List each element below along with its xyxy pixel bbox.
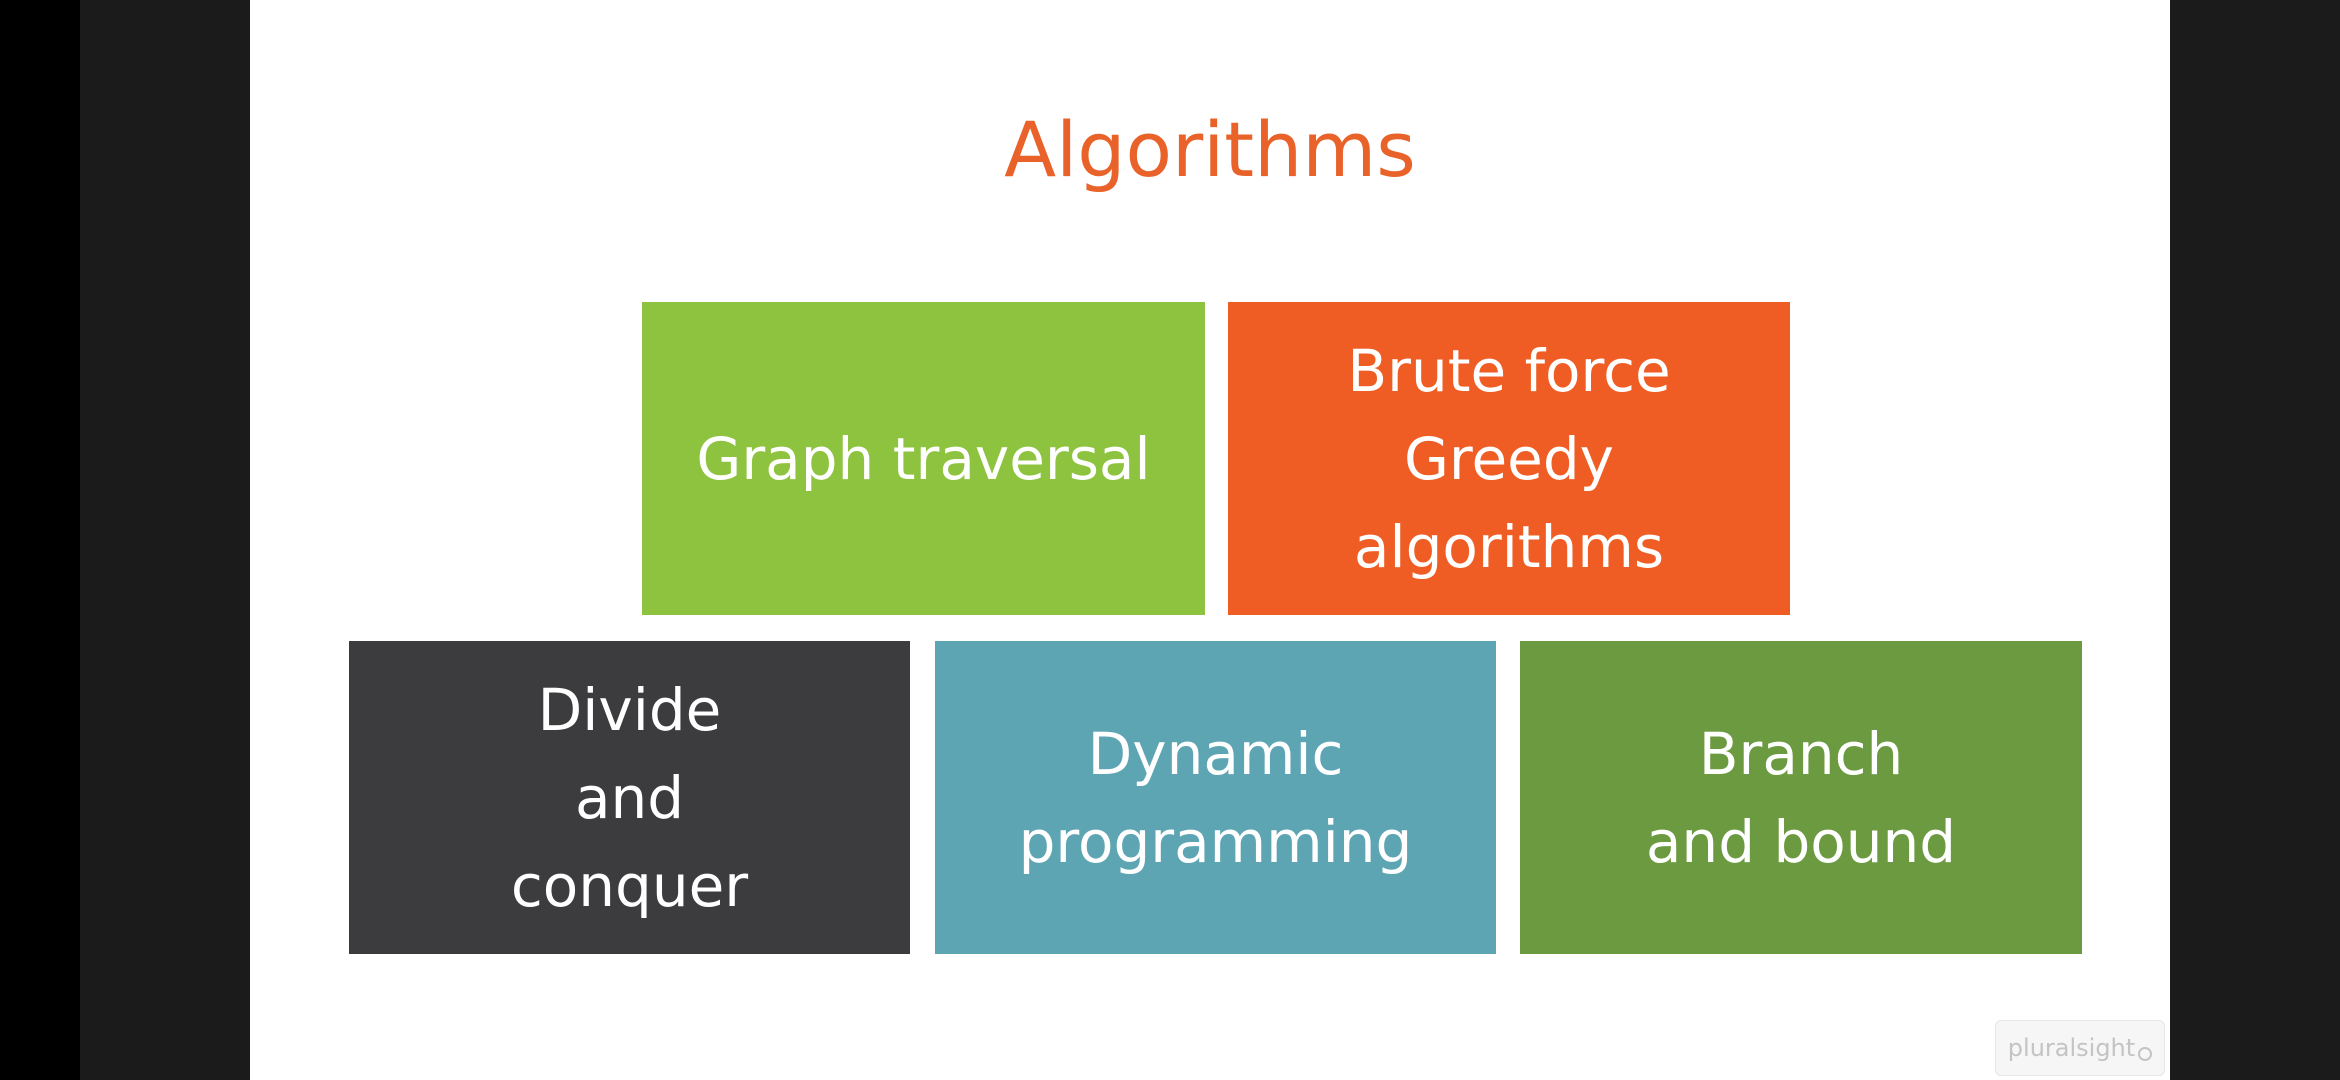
tile-divide-and-conquer: Divide and conquer: [349, 641, 910, 954]
pluralsight-watermark: pluralsight: [1995, 1020, 2165, 1076]
tile-branch-and-bound: Branch and bound: [1520, 641, 2082, 954]
logo-circle-icon: [2138, 1047, 2153, 1061]
tile-graph-traversal: Graph traversal: [642, 302, 1205, 615]
letterbox-right: [2170, 0, 2340, 1080]
letterbox-left: [80, 0, 250, 1080]
tile-label: Dynamic programming: [1018, 719, 1413, 876]
tile-brute-force-greedy: Brute force Greedy algorithms: [1228, 302, 1790, 615]
tile-label: Divide and conquer: [510, 675, 749, 920]
tile-dynamic-programming: Dynamic programming: [935, 641, 1496, 954]
tile-label: Branch and bound: [1645, 719, 1957, 876]
tile-label: Brute force Greedy algorithms: [1347, 336, 1671, 581]
slide: Algorithms Graph traversal Brute force G…: [250, 0, 2170, 1080]
watermark-text: pluralsight: [2007, 1034, 2136, 1062]
slide-title: Algorithms: [1004, 105, 1416, 194]
video-player: Algorithms Graph traversal Brute force G…: [0, 0, 2340, 1080]
tile-label: Graph traversal: [696, 424, 1151, 493]
